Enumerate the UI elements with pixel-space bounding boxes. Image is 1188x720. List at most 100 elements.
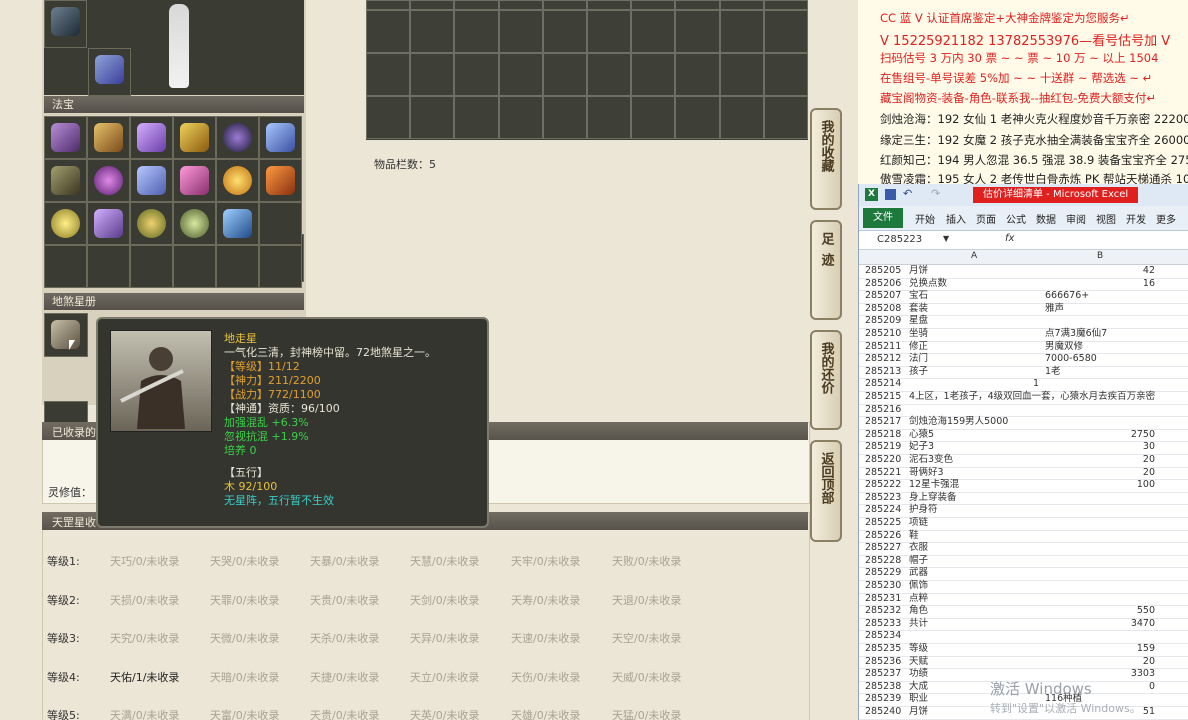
fabao-slot[interactable] (87, 116, 130, 159)
star-item[interactable]: 天杀/0/未收录 (310, 630, 379, 646)
star-item[interactable]: 天损/0/未收录 (110, 592, 179, 608)
tab-page[interactable]: 页面 (976, 211, 996, 226)
fabao-slot[interactable] (87, 159, 130, 202)
star-item[interactable]: 天空/0/未收录 (612, 630, 681, 646)
chevron-down-icon[interactable]: ▼ (943, 234, 949, 243)
star-item[interactable]: 天牢/0/未收录 (511, 553, 580, 569)
cell-b[interactable]: 16 (1045, 278, 1155, 291)
footprint-button[interactable]: 足迹 (810, 220, 842, 320)
fabao-slot[interactable] (216, 202, 259, 245)
table-row[interactable]: 285205 月饼 42 (859, 265, 1188, 279)
undo-icon[interactable]: ↶ (903, 187, 912, 200)
table-row[interactable]: 285235 等级 159 (859, 643, 1188, 657)
star-item[interactable]: 天微/0/未收录 (210, 630, 279, 646)
bag-slot[interactable] (410, 53, 455, 96)
star-item[interactable]: 天雄/0/未收录 (511, 707, 580, 720)
cell-a[interactable]: 12星卡强混 (909, 479, 1043, 492)
bag-slot[interactable] (719, 96, 764, 139)
bag-slot[interactable] (366, 10, 411, 53)
star-item[interactable]: 天败/0/未收录 (612, 553, 681, 569)
fabao-slot[interactable] (44, 245, 87, 288)
fabao-slot[interactable] (259, 245, 302, 288)
back-to-top-button[interactable]: 返回顶部 (810, 440, 842, 542)
star-item[interactable]: 天究/0/未收录 (110, 630, 179, 646)
star-item[interactable]: 天佑/1/未收录 (110, 669, 179, 685)
bag-slot[interactable] (542, 53, 587, 96)
fabao-slot[interactable] (216, 245, 259, 288)
table-row[interactable]: 285207 宝石 666676+ (859, 290, 1188, 304)
star-item[interactable]: 天暗/0/未收录 (210, 669, 279, 685)
column-a[interactable]: A (971, 251, 977, 261)
star-item[interactable]: 天剑/0/未收录 (410, 592, 479, 608)
tab-data[interactable]: 数据 (1036, 211, 1056, 226)
table-row[interactable]: 285214 1 (859, 378, 1188, 392)
bag-slot[interactable] (631, 10, 676, 53)
cell-b[interactable]: 20 (1045, 454, 1155, 467)
star-item[interactable]: 天慧/0/未收录 (410, 553, 479, 569)
fabao-slot[interactable] (44, 159, 87, 202)
disha-slot[interactable] (44, 313, 88, 357)
fabao-slot[interactable] (259, 202, 302, 245)
fabao-slot[interactable] (130, 116, 173, 159)
cell-a[interactable]: 角色 (909, 605, 1043, 618)
bag-slot[interactable] (542, 10, 587, 53)
star-item[interactable]: 天立/0/未收录 (410, 669, 479, 685)
cell-a[interactable]: 剑烛沧海159男人5000 (909, 416, 1043, 429)
bag-slot[interactable] (586, 53, 632, 96)
tab-view[interactable]: 视图 (1096, 211, 1116, 226)
star-item[interactable]: 天异/0/未收录 (410, 630, 479, 646)
tab-file[interactable]: 文件 (863, 208, 903, 228)
table-row[interactable]: 285217 剑烛沧海159男人5000 (859, 416, 1188, 430)
cell-a[interactable]: 共计 (909, 618, 1043, 631)
cell-b[interactable]: 30 (1045, 441, 1155, 454)
cell-a[interactable]: 天赋 (909, 656, 1043, 669)
cell-a[interactable]: 坐骑 (909, 328, 1043, 341)
bag-slot[interactable] (410, 10, 455, 53)
cell-a[interactable]: 武器 (909, 567, 1043, 580)
cell-b[interactable]: 男魔双修 (1045, 341, 1155, 354)
star-item[interactable]: 天贵/0/未收录 (310, 592, 379, 608)
cell-b[interactable]: 2750 (1045, 429, 1155, 442)
cell-b[interactable]: 7000-6580 (1045, 353, 1155, 366)
star-item[interactable]: 天猛/0/未收录 (612, 707, 681, 720)
fabao-slot[interactable] (130, 159, 173, 202)
cell-a[interactable]: 法门 (909, 353, 1043, 366)
bag-slot[interactable] (675, 10, 720, 53)
star-item[interactable]: 天寿/0/未收录 (511, 592, 580, 608)
cell-a[interactable]: 点粹 (909, 593, 1043, 606)
bag-slot[interactable] (631, 53, 676, 96)
bag-slot[interactable] (763, 10, 808, 53)
star-item[interactable]: 天满/0/未收录 (110, 707, 179, 720)
star-item[interactable]: 天伤/0/未收录 (511, 669, 580, 685)
fabao-slot[interactable] (216, 116, 259, 159)
cell-b[interactable]: 3470 (1045, 618, 1155, 631)
cell-a[interactable]: 佩饰 (909, 580, 1043, 593)
table-row[interactable]: 285220 泥石3变色 20 (859, 454, 1188, 468)
cell-b[interactable]: 42 (1045, 265, 1155, 278)
table-row[interactable]: 285213 孩子 1老 (859, 366, 1188, 380)
table-row[interactable]: 285233 共计 3470 (859, 618, 1188, 632)
bag-slot[interactable] (410, 96, 455, 139)
star-item[interactable]: 天罪/0/未收录 (210, 592, 279, 608)
bag-slot[interactable] (498, 96, 543, 139)
tab-insert[interactable]: 插入 (946, 211, 966, 226)
bag-slot[interactable] (454, 10, 499, 53)
cell-a[interactable]: 宝石 (909, 290, 1043, 303)
fabao-slot[interactable] (216, 159, 259, 202)
bag-slot[interactable] (586, 96, 632, 139)
bag-slot[interactable] (675, 53, 720, 96)
fabao-slot[interactable] (44, 202, 87, 245)
cell-b[interactable]: 550 (1045, 605, 1155, 618)
table-row[interactable]: 285222 12星卡强混 100 (859, 479, 1188, 493)
cell-b[interactable]: 159 (1045, 643, 1155, 656)
bag-slot[interactable] (366, 96, 411, 139)
star-item[interactable]: 天英/0/未收录 (410, 707, 479, 720)
bag-slot[interactable] (498, 53, 543, 96)
table-row[interactable]: 285209 星盘 (859, 315, 1188, 329)
cell-b[interactable]: 点7满3魔6仙7 (1045, 328, 1155, 341)
fx-label[interactable]: fx (1005, 233, 1014, 244)
star-item[interactable]: 天捷/0/未收录 (310, 669, 379, 685)
name-box[interactable]: C285223 (877, 234, 922, 245)
tab-home[interactable]: 开始 (915, 211, 935, 226)
equip-slot[interactable] (44, 0, 87, 48)
